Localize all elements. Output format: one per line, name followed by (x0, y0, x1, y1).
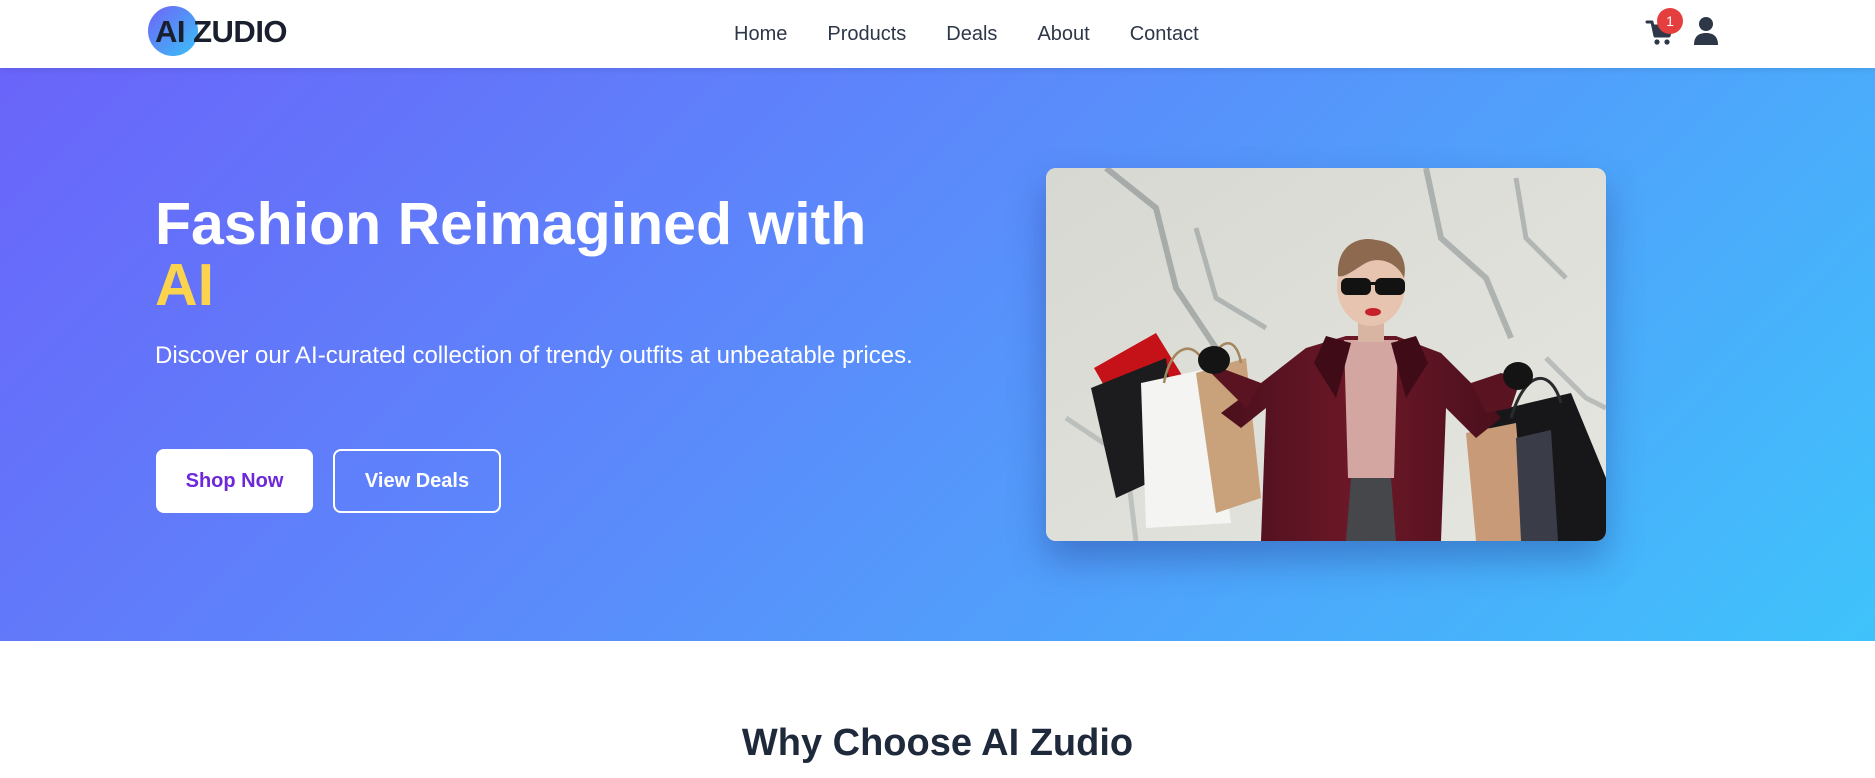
user-icon[interactable] (1692, 16, 1720, 46)
why-section-title: Why Choose AI Zudio (741, 722, 1134, 764)
hero-title-main: Fashion Reimagined with (155, 191, 867, 257)
woman-shopping-bags-illustration (1046, 168, 1606, 541)
hero-section: Fashion Reimagined with AI Discover our … (0, 68, 1875, 641)
cart-count-badge: 1 (1657, 8, 1683, 34)
nav-contact[interactable]: Contact (1130, 23, 1199, 46)
nav-products[interactable]: Products (827, 23, 906, 46)
nav-about[interactable]: About (1037, 23, 1089, 46)
nav-home[interactable]: Home (734, 23, 787, 46)
view-deals-button[interactable]: View Deals (333, 449, 501, 513)
main-nav: Home Products Deals About Contact (734, 0, 1199, 68)
hero-image (1046, 168, 1606, 541)
logo-text: AI ZUDIO (155, 14, 288, 49)
site-header: AI ZUDIO Home Products Deals About Conta… (0, 0, 1875, 68)
hero-title: Fashion Reimagined with AI (155, 194, 915, 316)
hero-subtitle: Discover our AI-curated collection of tr… (155, 342, 913, 369)
hero-title-accent: AI (155, 252, 214, 318)
brand-logo[interactable]: AI ZUDIO (148, 6, 288, 58)
shop-now-button[interactable]: Shop Now (156, 449, 313, 513)
nav-deals[interactable]: Deals (946, 23, 997, 46)
